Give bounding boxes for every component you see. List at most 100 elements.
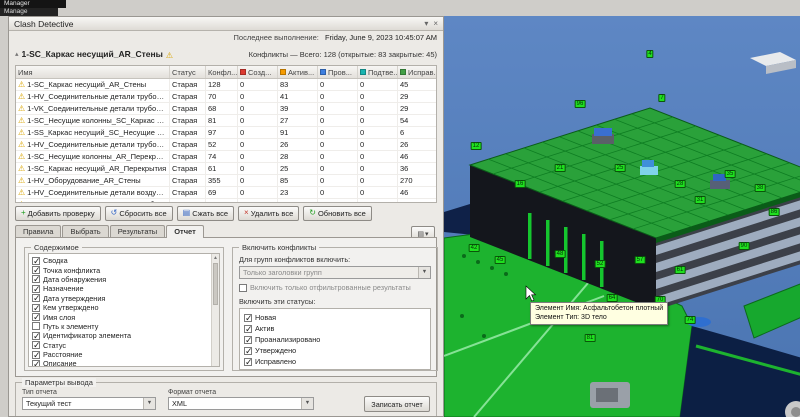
- checkbox[interactable]: [32, 285, 40, 293]
- column-header[interactable]: Пров...: [318, 66, 358, 78]
- cell-status[interactable]: Старая: [170, 151, 206, 162]
- clash-marker[interactable]: 64: [607, 294, 618, 302]
- clash-marker[interactable]: 90: [739, 242, 750, 250]
- checkbox[interactable]: [244, 358, 252, 366]
- content-option-row[interactable]: Расстояние: [32, 350, 218, 359]
- 3d-viewport[interactable]: 4 7 96 12 16 21 25: [444, 16, 800, 417]
- table-row[interactable]: 1-SC_Каркас несущий_AR_Перекрытия Старая…: [16, 163, 436, 175]
- scrollbar-thumb[interactable]: [213, 263, 218, 305]
- table-row[interactable]: 1-HV_Соединительные детали воздуховодов_…: [16, 187, 436, 199]
- checkbox[interactable]: [32, 341, 40, 349]
- filtered-results-row[interactable]: Включить только отфильтрованные результа…: [239, 283, 431, 292]
- checkbox[interactable]: [32, 322, 40, 330]
- clash-marker[interactable]: 16: [515, 180, 526, 188]
- close-icon[interactable]: ×: [433, 19, 438, 28]
- contents-scrollbar[interactable]: ▲: [211, 254, 219, 366]
- clash-marker[interactable]: 35: [725, 170, 736, 178]
- clash-marker[interactable]: 38: [755, 184, 766, 192]
- checkbox[interactable]: [244, 347, 252, 355]
- clash-marker[interactable]: 48: [555, 250, 566, 258]
- status-option-row[interactable]: Утверждено: [244, 345, 426, 356]
- cell-status[interactable]: Старая: [170, 91, 206, 102]
- status-option-row[interactable]: Проанализировано: [244, 334, 426, 345]
- content-option-row[interactable]: Идентификатор элемента: [32, 331, 218, 340]
- clash-marker[interactable]: 81: [585, 334, 596, 342]
- scroll-up-icon[interactable]: ▲: [212, 254, 219, 262]
- cell-status[interactable]: Старая: [170, 127, 206, 138]
- toolbar-button[interactable]: × Удалить все: [238, 206, 299, 221]
- content-option-row[interactable]: Путь к элементу: [32, 322, 218, 331]
- column-header[interactable]: Конфл...: [206, 66, 238, 78]
- content-option-row[interactable]: Описание: [32, 359, 218, 367]
- table-row[interactable]: 1-SC_Несущие колонны_SC_Каркас несущий С…: [16, 115, 436, 127]
- clash-marker[interactable]: 57: [635, 256, 646, 264]
- column-header[interactable]: Статус: [170, 66, 206, 78]
- column-header[interactable]: Актив...: [278, 66, 318, 78]
- clash-marker[interactable]: 12: [471, 142, 482, 150]
- window-tab-manage[interactable]: Manage: [0, 8, 58, 16]
- table-row[interactable]: 1-HV_Соединительные детали трубопроводов…: [16, 91, 436, 103]
- window-tab-manager[interactable]: Manager: [0, 0, 66, 8]
- panel-titlebar[interactable]: Clash Detective ▾ ×: [9, 17, 443, 31]
- write-report-button[interactable]: Записать отчет: [364, 396, 430, 412]
- tab[interactable]: Результаты: [110, 225, 166, 237]
- clash-marker[interactable]: 61: [675, 266, 686, 274]
- status-option-row[interactable]: Актив: [244, 323, 426, 334]
- clash-marker[interactable]: 45: [495, 256, 506, 264]
- column-header[interactable]: Подтве...: [358, 66, 398, 78]
- content-option-row[interactable]: Сводка: [32, 256, 218, 265]
- clash-marker[interactable]: 96: [575, 100, 586, 108]
- clash-marker[interactable]: 4: [646, 50, 653, 58]
- content-option-row[interactable]: Статус: [32, 341, 218, 350]
- cell-status[interactable]: Старая: [170, 139, 206, 150]
- checkbox[interactable]: [32, 304, 40, 312]
- cell-status[interactable]: Старая: [170, 175, 206, 186]
- checkbox[interactable]: [244, 314, 252, 322]
- tab[interactable]: Правила: [15, 225, 61, 237]
- status-option-row[interactable]: Новая: [244, 312, 426, 323]
- toolbar-button[interactable]: ↺ Сбросить все: [105, 206, 173, 221]
- clash-marker[interactable]: 21: [555, 164, 566, 172]
- groups-include-select[interactable]: Только заголовки групп ▼: [239, 266, 431, 279]
- content-option-row[interactable]: Кем утверждено: [32, 303, 218, 312]
- content-option-row[interactable]: Назначение: [32, 284, 218, 293]
- cell-status[interactable]: Старая: [170, 163, 206, 174]
- checkbox[interactable]: [32, 257, 40, 265]
- table-row[interactable]: 1-HV_Оборудование_AR_Стены Старая 355 0 …: [16, 175, 436, 187]
- table-row[interactable]: 1-HV_Соединительные детали трубопроводов…: [16, 139, 436, 151]
- table-row[interactable]: 1-VK_Соединительные детали трубопроводов…: [16, 103, 436, 115]
- toolbar-button[interactable]: + Добавить проверку: [15, 206, 101, 221]
- column-header[interactable]: Имя: [16, 66, 170, 78]
- table-row[interactable]: 1-SS_Каркас несущий_SC_Несущие колонны С…: [16, 127, 436, 139]
- clash-marker[interactable]: 31: [695, 196, 706, 204]
- clash-marker[interactable]: 28: [675, 180, 686, 188]
- clash-marker[interactable]: 52: [595, 260, 606, 268]
- clash-marker[interactable]: 7: [658, 94, 665, 102]
- clash-marker[interactable]: 74: [685, 316, 696, 324]
- clash-marker[interactable]: 25: [615, 164, 626, 172]
- checkbox[interactable]: [32, 266, 40, 274]
- cell-status[interactable]: Старая: [170, 103, 206, 114]
- column-header[interactable]: Созд...: [238, 66, 278, 78]
- cell-status[interactable]: Старая: [170, 187, 206, 198]
- checkbox[interactable]: [32, 313, 40, 321]
- toolbar-button[interactable]: ▤ Сжать все: [177, 206, 234, 221]
- checkbox[interactable]: [239, 284, 247, 292]
- checkbox[interactable]: [32, 275, 40, 283]
- toolbar-button[interactable]: ↻ Обновить все: [303, 206, 372, 221]
- tab[interactable]: Выбрать: [62, 225, 108, 237]
- column-header[interactable]: Исправ...: [398, 66, 437, 78]
- tab[interactable]: Отчет: [166, 225, 204, 238]
- checkbox[interactable]: [32, 294, 40, 302]
- table-row[interactable]: 1-SC_Несущие колонны_AR_Перекрытия Стара…: [16, 151, 436, 163]
- content-option-row[interactable]: Точка конфликта: [32, 265, 218, 274]
- checkbox[interactable]: [32, 332, 40, 340]
- content-option-row[interactable]: Дата обнаружения: [32, 275, 218, 284]
- status-option-row[interactable]: Исправлено: [244, 356, 426, 367]
- content-option-row[interactable]: Имя слоя: [32, 312, 218, 321]
- report-type-select[interactable]: Текущий тест ▼: [22, 397, 156, 410]
- clash-marker[interactable]: 42: [469, 244, 480, 252]
- content-option-row[interactable]: Дата утверждения: [32, 294, 218, 303]
- checkbox[interactable]: [244, 325, 252, 333]
- checkbox[interactable]: [244, 336, 252, 344]
